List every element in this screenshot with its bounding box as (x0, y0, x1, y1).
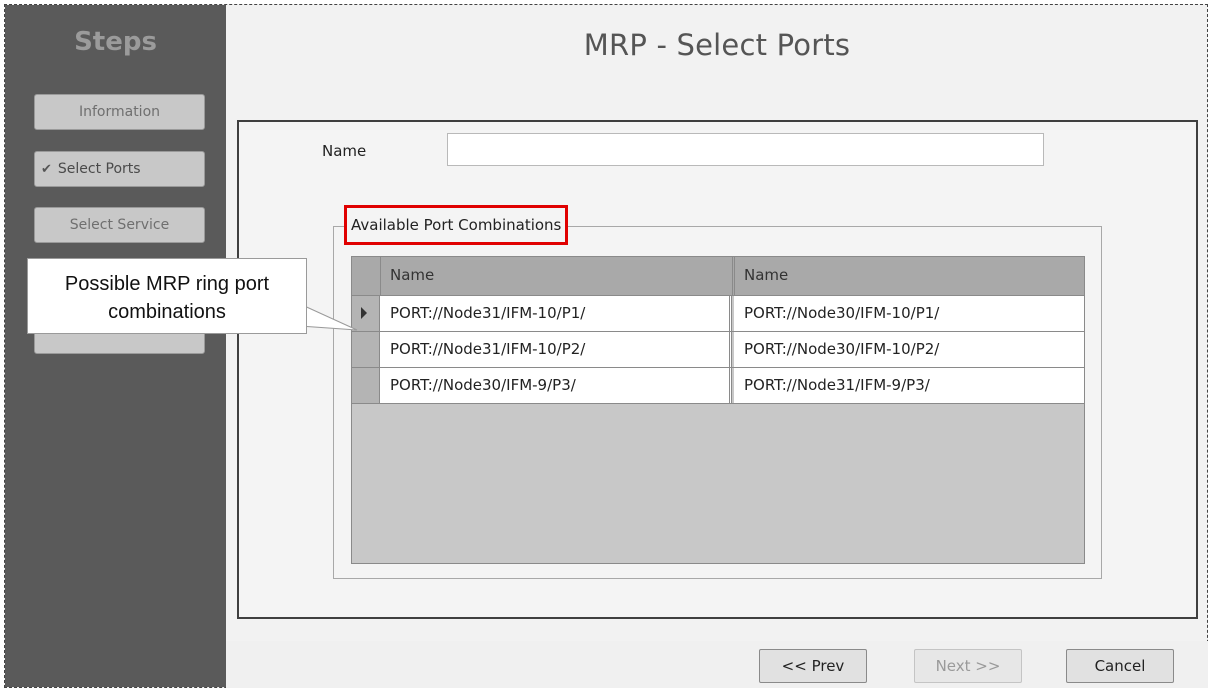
callout-line: combinations (108, 301, 226, 323)
column-header[interactable]: Name (734, 257, 1084, 295)
triangle-right-icon (361, 307, 367, 319)
name-input[interactable] (447, 133, 1044, 166)
prev-button[interactable]: << Prev (759, 649, 867, 683)
callout-line: Possible MRP ring port (64, 273, 270, 295)
cancel-button[interactable]: Cancel (1066, 649, 1174, 683)
table-cell[interactable]: PORT://Node30/IFM-10/P1/ (734, 296, 1084, 331)
port-combinations-grid[interactable]: Name Name PORT://Node31/IFM-10/P1/ PORT:… (351, 256, 1085, 564)
step-select-ports[interactable]: ✔ Select Ports (34, 151, 205, 187)
table-cell[interactable]: PORT://Node30/IFM-10/P2/ (734, 332, 1084, 367)
step-information[interactable]: Information (34, 94, 205, 130)
page-title: MRP - Select Ports (583, 28, 851, 62)
step-label: Select Ports (57, 161, 141, 177)
grid-header: Name Name (352, 257, 1084, 296)
callout-annotation: Possible MRP ring port combinations (27, 258, 307, 334)
name-label: Name (322, 142, 367, 160)
table-row[interactable]: PORT://Node30/IFM-9/P3/ PORT://Node31/IF… (352, 368, 1084, 404)
table-cell[interactable]: PORT://Node31/IFM-9/P3/ (734, 368, 1084, 403)
row-selector[interactable] (352, 296, 380, 331)
step-label: Select Service (69, 217, 170, 233)
button-bar (226, 641, 1208, 688)
grid-corner (352, 257, 381, 295)
steps-title: Steps (74, 27, 157, 57)
table-row[interactable]: PORT://Node31/IFM-10/P2/ PORT://Node30/I… (352, 332, 1084, 368)
step-select-service[interactable]: Select Service (34, 207, 205, 243)
port-combinations-legend: Available Port Combinations (344, 205, 569, 245)
step-label: Information (78, 104, 161, 120)
next-button[interactable]: Next >> (914, 649, 1022, 683)
check-icon: ✔ (41, 162, 52, 177)
table-cell[interactable]: PORT://Node30/IFM-9/P3/ (380, 368, 732, 403)
row-selector[interactable] (352, 332, 380, 367)
column-header[interactable]: Name (380, 257, 732, 295)
table-cell[interactable]: PORT://Node31/IFM-10/P2/ (380, 332, 732, 367)
row-selector[interactable] (352, 368, 380, 403)
steps-sidebar: Steps Information ✔ Select Ports Select S… (5, 5, 226, 687)
table-row[interactable]: PORT://Node31/IFM-10/P1/ PORT://Node30/I… (352, 296, 1084, 332)
table-cell[interactable]: PORT://Node31/IFM-10/P1/ (380, 296, 732, 331)
